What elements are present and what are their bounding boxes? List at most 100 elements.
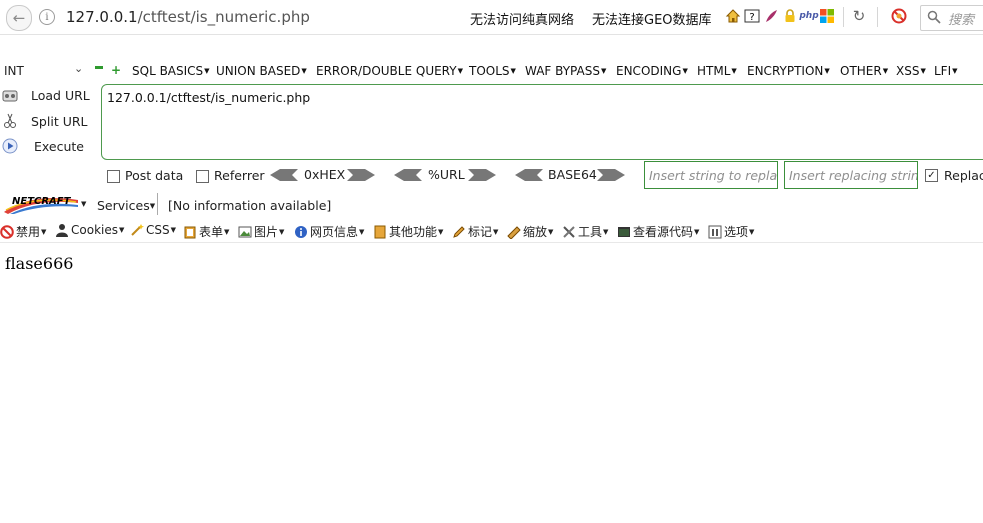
disable-label: 禁用 xyxy=(16,225,41,239)
plus-icon[interactable]: + xyxy=(111,63,121,77)
windows-icon[interactable] xyxy=(819,8,835,24)
post-data-checkbox[interactable] xyxy=(107,170,120,183)
load-url-label: Load URL xyxy=(31,88,90,103)
netcraft-dropdown-icon[interactable]: ▼ xyxy=(81,200,86,208)
menu-encoding[interactable]: ENCODING▼ xyxy=(616,64,688,78)
insert-string-input[interactable]: Insert string to replace xyxy=(644,161,778,189)
post-data-label: Post data xyxy=(125,168,184,183)
netcraft-logo[interactable]: NETCRAFT xyxy=(4,194,78,214)
images-menu[interactable]: 图片 ▼ xyxy=(238,223,284,240)
scissors-icon[interactable] xyxy=(2,113,18,129)
menu-other[interactable]: OTHER▼ xyxy=(840,64,888,78)
tools-menu[interactable]: 工具 ▼ xyxy=(562,223,608,240)
services-menu[interactable]: Services▼ xyxy=(97,198,155,213)
notice-chunzhen: 无法访问纯真网络 xyxy=(470,13,575,28)
wand-icon xyxy=(130,223,144,237)
execute-label: Execute xyxy=(34,139,84,154)
svg-text:?: ? xyxy=(749,12,754,23)
url-decode-arrow-icon[interactable] xyxy=(394,169,422,181)
resize-menu[interactable]: 缩放 ▼ xyxy=(507,223,553,240)
menu-label: WAF BYPASS xyxy=(525,64,600,78)
insert-string-placeholder: Insert string to replace xyxy=(649,168,778,183)
cookies-menu[interactable]: Cookies ▼ xyxy=(55,223,124,237)
misc-menu[interactable]: 其他功能 ▼ xyxy=(373,223,443,240)
base64-label: BASE64 xyxy=(548,167,597,182)
css-menu[interactable]: CSS ▼ xyxy=(130,223,176,237)
type-select-value: INT xyxy=(4,64,24,78)
block-icon[interactable] xyxy=(891,8,907,24)
options-label: 选项 xyxy=(724,225,749,239)
menu-label: SQL BASICS xyxy=(132,64,204,78)
play-icon[interactable] xyxy=(2,138,18,154)
help-icon[interactable]: ? xyxy=(744,8,760,24)
netcraft-info: [No information available] xyxy=(168,198,332,213)
images-label: 图片 xyxy=(254,225,279,239)
menu-label: HTML xyxy=(697,64,731,78)
resize-label: 缩放 xyxy=(523,225,548,239)
options-menu[interactable]: 选项 ▼ xyxy=(708,223,754,240)
menu-label: LFI xyxy=(934,64,952,78)
menu-union-based[interactable]: UNION BASED▼ xyxy=(216,64,307,78)
cookies-label: Cookies xyxy=(71,223,118,237)
replacing-string-placeholder: Insert replacing string xyxy=(789,168,918,183)
reload-icon[interactable]: ↻ xyxy=(851,7,867,25)
php-icon[interactable]: php xyxy=(799,8,818,24)
disable-icon xyxy=(0,224,14,239)
wrench-icon xyxy=(562,225,576,239)
execute-button[interactable]: Execute xyxy=(34,139,84,154)
split-url-button[interactable]: Split URL xyxy=(31,114,88,129)
css-label: CSS xyxy=(146,223,170,237)
hex-decode-arrow-icon[interactable] xyxy=(270,169,298,181)
page-info-menu[interactable]: 网页信息 ▼ xyxy=(294,223,364,240)
menu-xss[interactable]: XSS▼ xyxy=(896,64,926,78)
disable-menu[interactable]: 禁用 ▼ xyxy=(0,223,46,240)
replace-all-checkbox[interactable]: ✓ xyxy=(925,169,938,182)
home-icon[interactable] xyxy=(725,8,741,24)
hex-label: 0xHEX xyxy=(304,167,346,182)
back-arrow-icon[interactable]: ← xyxy=(6,5,32,31)
options-icon xyxy=(708,225,722,239)
minus-icon[interactable] xyxy=(95,66,103,69)
menu-error-double-query[interactable]: ERROR/DOUBLE QUERY▼ xyxy=(316,64,463,78)
search-placeholder: 搜索 xyxy=(948,13,975,28)
menu-html[interactable]: HTML▼ xyxy=(697,64,737,78)
menu-sql-basics[interactable]: SQL BASICS▼ xyxy=(132,64,210,78)
referrer-checkbox[interactable] xyxy=(196,170,209,183)
netcraft-divider xyxy=(157,193,158,215)
lock-icon[interactable] xyxy=(782,8,798,24)
url-host: 127.0.0.1 xyxy=(66,8,138,26)
tools-label: 工具 xyxy=(578,225,603,239)
url-textarea-value: 127.0.0.1/ctftest/is_numeric.php xyxy=(107,90,311,105)
base64-encode-arrow-icon[interactable] xyxy=(597,169,625,181)
menu-waf-bypass[interactable]: WAF BYPASS▼ xyxy=(525,64,606,78)
services-label: Services xyxy=(97,198,150,213)
toolbar-divider xyxy=(843,7,844,27)
menu-lfi[interactable]: LFI▼ xyxy=(934,64,958,78)
marks-menu[interactable]: 标记 ▼ xyxy=(452,223,498,240)
split-url-label: Split URL xyxy=(31,114,88,129)
menu-label: ENCODING xyxy=(616,64,682,78)
base64-decode-arrow-icon[interactable] xyxy=(515,169,543,181)
feather-icon[interactable] xyxy=(763,8,779,24)
menu-tools[interactable]: TOOLS▼ xyxy=(469,64,516,78)
replacing-string-input[interactable]: Insert replacing string xyxy=(784,161,918,189)
view-source-label: 查看源代码 xyxy=(633,225,694,239)
notice-geo: 无法连接GEO数据库 xyxy=(592,13,712,28)
replace-all-clip: Replace All xyxy=(944,162,983,188)
hex-encode-arrow-icon[interactable] xyxy=(347,169,375,181)
forms-menu[interactable]: 表单 ▼ xyxy=(183,223,229,240)
url-path: /ctftest/is_numeric.php xyxy=(137,8,310,26)
url-field[interactable]: 127.0.0.1/ctftest/is_numeric.php xyxy=(66,8,310,26)
menu-label: ENCRYPTION xyxy=(747,64,824,78)
url-encode-arrow-icon[interactable] xyxy=(468,169,496,181)
referrer-label: Referrer xyxy=(214,168,265,183)
view-source-menu[interactable]: 查看源代码 ▼ xyxy=(617,223,699,240)
menu-label: ERROR/DOUBLE QUERY xyxy=(316,64,457,78)
chevron-down-icon[interactable]: ⌄ xyxy=(74,62,83,75)
load-url-button[interactable]: Load URL xyxy=(31,88,90,103)
menu-label: TOOLS xyxy=(469,64,510,78)
load-url-icon[interactable] xyxy=(2,88,18,104)
site-info-icon[interactable]: i xyxy=(39,9,55,25)
menu-encryption[interactable]: ENCRYPTION▼ xyxy=(747,64,830,78)
misc-label: 其他功能 xyxy=(389,225,438,239)
